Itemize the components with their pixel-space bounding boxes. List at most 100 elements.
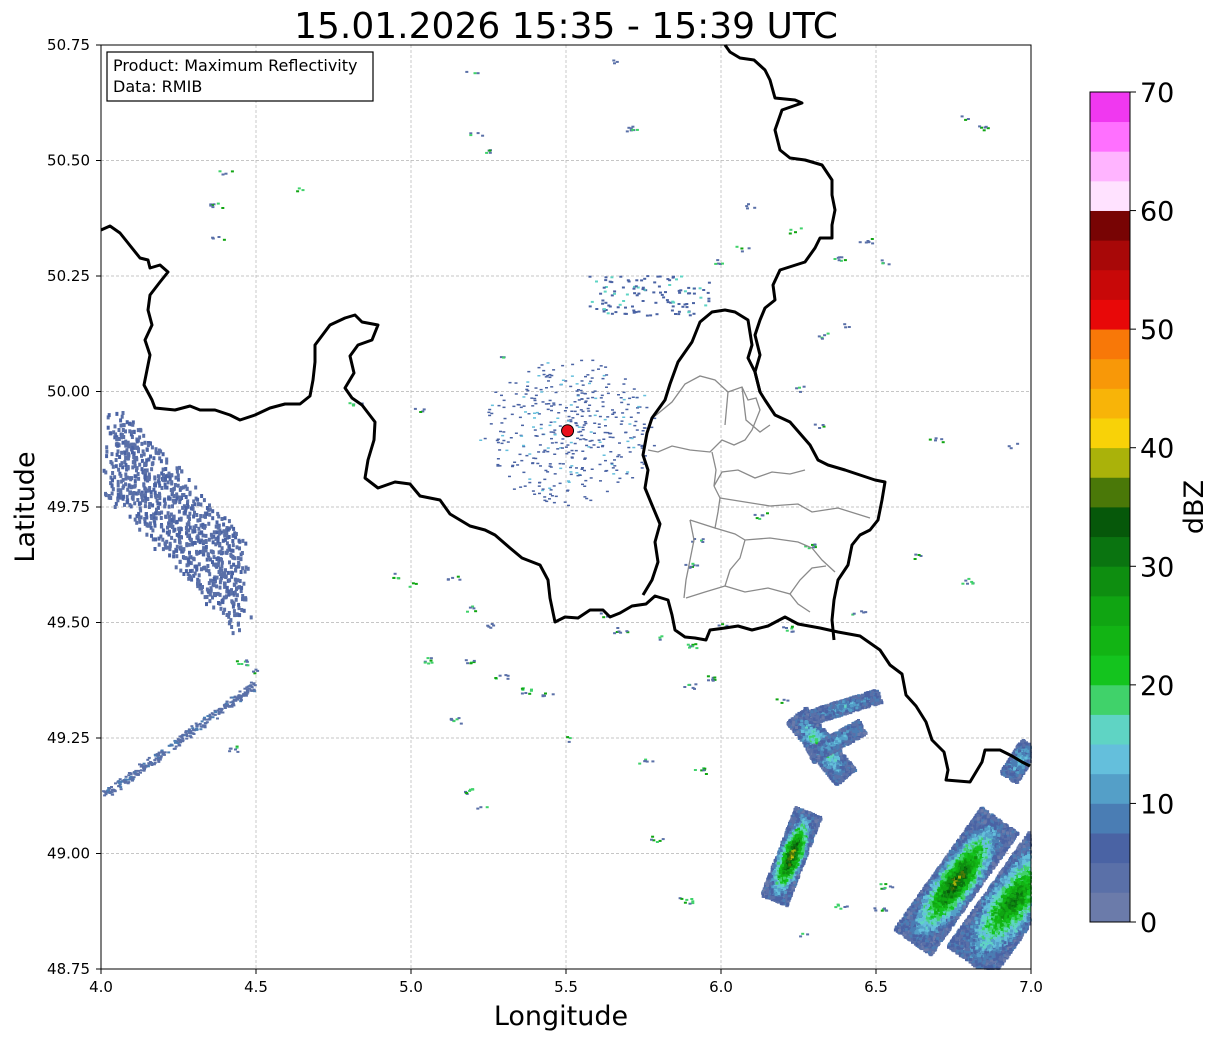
echo-pixel — [179, 516, 183, 521]
echo-pixel — [964, 118, 968, 121]
echo-pixel — [590, 300, 594, 303]
echo-pixel — [533, 493, 537, 495]
echo-pixel — [641, 430, 645, 432]
echo-pixel — [807, 828, 811, 832]
echo-pixel — [126, 487, 130, 492]
echo-pixel — [202, 566, 206, 570]
echo-pixel — [689, 565, 693, 568]
echo-pixel — [786, 699, 790, 702]
echo-pixel — [566, 736, 570, 739]
echo-pixel — [784, 890, 788, 894]
echo-pixel — [189, 575, 192, 580]
echo-pixel — [153, 759, 157, 762]
echo-pixel — [126, 456, 130, 461]
echo-pixel — [235, 746, 239, 749]
echo-pixel — [782, 899, 786, 902]
echo-pixel — [150, 467, 154, 472]
echo-pixel — [694, 683, 698, 686]
echo-pixel — [652, 291, 656, 294]
echo-pixel — [236, 750, 240, 753]
echo-pixel — [205, 511, 209, 516]
echo-pixel — [543, 478, 547, 481]
echo-pixel — [167, 496, 171, 501]
echo-pixel — [593, 422, 597, 424]
echo-pixel — [163, 501, 167, 506]
echo-pixel — [118, 463, 122, 468]
echo-pixel — [167, 504, 171, 509]
echo-pixel — [237, 621, 240, 626]
echo-pixel — [839, 907, 843, 910]
echo-pixel — [133, 483, 137, 488]
echo-pixel — [546, 408, 550, 411]
echo-pixel — [588, 440, 592, 442]
echo-pixel — [630, 437, 634, 440]
echo-pixel — [203, 726, 207, 729]
echo-pixel — [556, 448, 560, 450]
echo-pixel — [193, 525, 197, 530]
echo-pixel — [520, 692, 524, 695]
echo-pixel — [225, 531, 229, 536]
echo-pixel — [139, 769, 143, 772]
echo-pixel — [843, 259, 847, 262]
echo-pixel — [534, 387, 538, 389]
echo-pixel — [786, 891, 790, 895]
echo-pixel — [765, 894, 769, 898]
echo-pixel — [561, 447, 564, 449]
echo-pixel — [531, 462, 535, 464]
echo-pixel — [610, 462, 614, 465]
echo-pixel — [242, 597, 246, 602]
echo-pixel — [800, 852, 804, 856]
echo-pixel — [171, 504, 174, 509]
echo-pixel — [645, 314, 649, 317]
echo-pixel — [522, 405, 526, 407]
echo-pixel — [538, 444, 542, 446]
echo-pixel — [176, 483, 180, 488]
echo-pixel — [230, 570, 234, 575]
echo-pixel — [107, 413, 111, 418]
echo-pixel — [104, 792, 108, 795]
echo-pixel — [209, 204, 213, 207]
echo-pixel — [940, 438, 944, 441]
echo-pixel — [517, 404, 521, 406]
echo-pixel — [619, 631, 623, 634]
echo-pixel — [583, 469, 586, 472]
echo-pixel — [119, 489, 123, 494]
echo-pixel — [567, 504, 570, 507]
echo-pixel — [231, 543, 235, 548]
echo-pixel — [570, 410, 574, 412]
echo-pixel — [607, 383, 611, 385]
echo-pixel — [693, 687, 696, 690]
echo-pixel — [575, 406, 579, 408]
echo-pixel — [716, 259, 720, 262]
echo-pixel — [189, 506, 193, 511]
echo-pixel — [539, 465, 542, 467]
echo-pixel — [168, 541, 172, 546]
echo-pixel — [223, 584, 227, 589]
echo-pixel — [223, 516, 227, 521]
echo-pixel — [582, 424, 586, 426]
echo-pixel — [533, 399, 537, 402]
echo-pixel — [655, 841, 659, 843]
echo-pixel — [208, 717, 212, 720]
echo-pixel — [583, 458, 587, 460]
echo-pixel — [485, 151, 489, 154]
echo-pixel — [172, 514, 176, 519]
echo-pixel — [215, 530, 219, 535]
echo-pixel — [238, 613, 242, 618]
echo-pixel — [552, 485, 556, 487]
echo-pixel — [496, 465, 500, 467]
echo-pixel — [526, 389, 530, 392]
echo-pixel — [543, 449, 547, 452]
echo-pixel — [113, 424, 117, 429]
echo-pixel — [195, 728, 199, 731]
echo-pixel — [167, 751, 171, 754]
echo-pixel — [584, 479, 588, 482]
echo-pixel — [167, 744, 171, 747]
echo-pixel — [643, 427, 647, 429]
echo-pixel — [173, 483, 177, 487]
echo-pixel — [637, 405, 641, 408]
echo-pixel — [791, 852, 795, 856]
echo-pixel — [466, 610, 469, 613]
echo-pixel — [240, 608, 244, 612]
echo-pixel — [597, 426, 601, 428]
